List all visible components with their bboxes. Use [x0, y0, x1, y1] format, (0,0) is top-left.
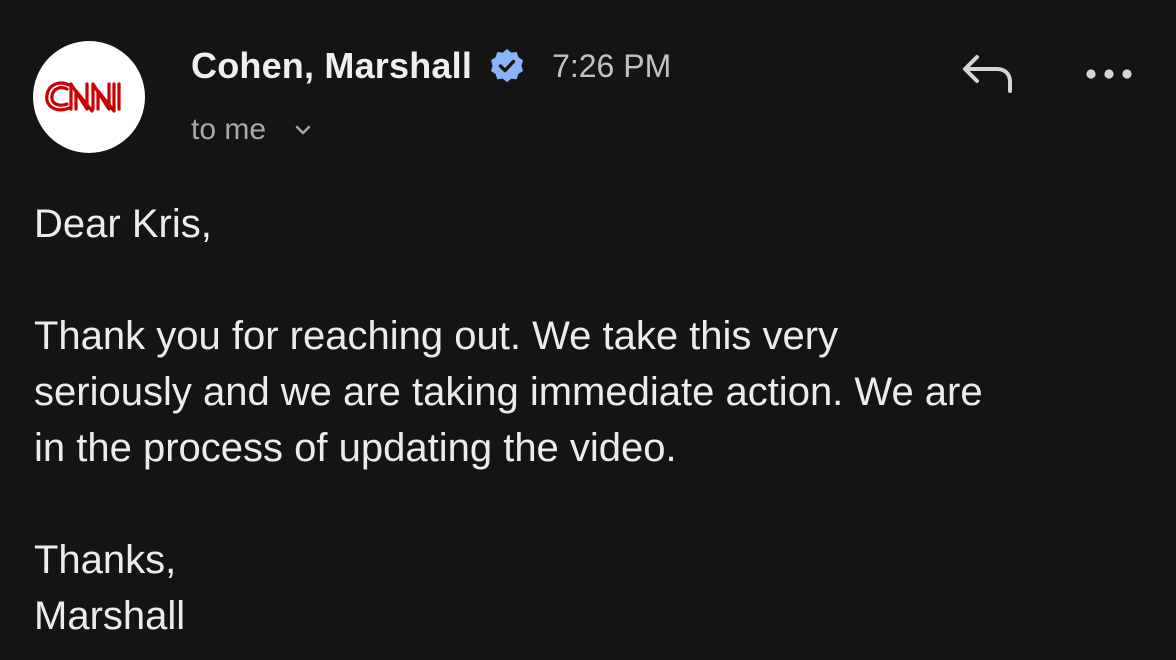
more-options-button[interactable] [1078, 52, 1140, 96]
email-signature: Marshall [34, 594, 186, 638]
sender-row: Cohen, Marshall 7:26 PM [191, 41, 671, 91]
chevron-down-icon[interactable] [292, 119, 314, 141]
recipient-label: to me [191, 113, 267, 146]
sender-avatar[interactable] [33, 41, 145, 153]
email-closing: Thanks, [34, 538, 177, 582]
sender-name[interactable]: Cohen, Marshall [191, 45, 472, 87]
email-body: Dear Kris, Thank you for reaching out. W… [34, 196, 1154, 644]
reply-icon [963, 55, 1012, 93]
verified-badge-icon [488, 47, 526, 85]
cnn-logo-icon [45, 81, 121, 113]
recipient-details-toggle[interactable]: to me [191, 108, 314, 152]
sent-time: 7:26 PM [552, 47, 672, 84]
email-paragraph: Thank you for reaching out. We take this… [34, 314, 983, 470]
email-greeting: Dear Kris, [34, 202, 212, 246]
more-options-icon [1086, 69, 1132, 79]
reply-button[interactable] [952, 48, 1022, 100]
